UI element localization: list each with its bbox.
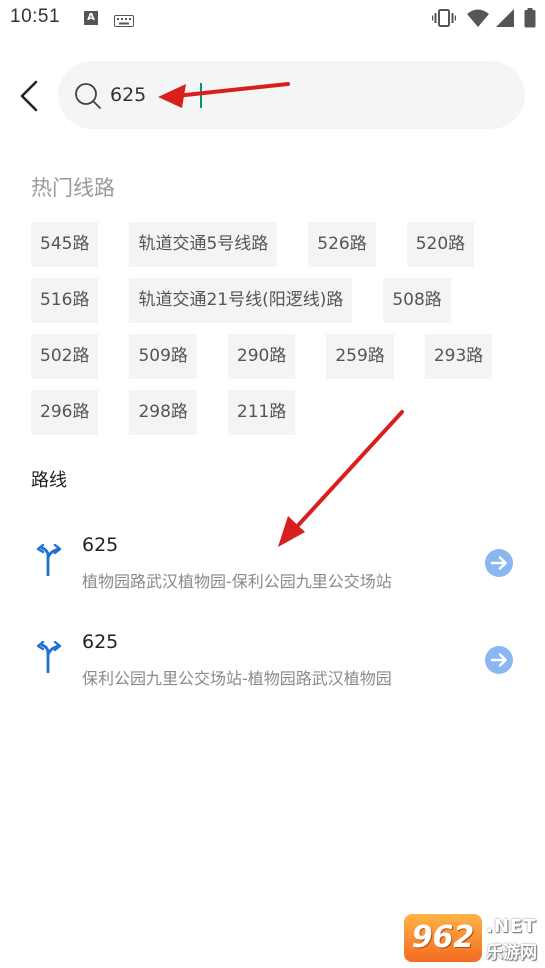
annotation-arrows	[158, 82, 404, 547]
wifi-icon	[466, 8, 490, 32]
signal-icon	[495, 8, 515, 32]
hot-line-tag[interactable]: 298路	[129, 390, 197, 435]
hot-line-tag[interactable]: 211路	[227, 390, 296, 435]
hot-line-tag[interactable]: 545路	[31, 222, 99, 267]
hot-line-tag[interactable]: 296路	[31, 390, 99, 435]
route-description: 植物园路武汉植物园-保利公园九里公交场站	[82, 572, 392, 591]
hot-line-tag[interactable]: 520路	[406, 222, 475, 267]
route-item[interactable]: 625 保利公园九里公交场站-植物园路武汉植物园	[0, 617, 545, 709]
back-button[interactable]	[14, 76, 44, 116]
hot-lines-row: 516路 轨道交通21号线(阳逻线)路 508路	[31, 278, 521, 323]
arrow-right-circle-icon[interactable]	[484, 645, 514, 679]
hot-lines-row: 502路 509路 290路 259路 293路	[31, 334, 521, 379]
hot-line-tag[interactable]: 502路	[31, 334, 99, 379]
hot-line-tag[interactable]: 293路	[424, 334, 493, 379]
hot-line-tag[interactable]: 259路	[326, 334, 394, 379]
route-item[interactable]: 625 植物园路武汉植物园-保利公园九里公交场站	[0, 520, 545, 612]
hot-line-tag[interactable]: 轨道交通5号线路	[129, 222, 278, 267]
watermark-logo: 962 .NET 乐游网	[404, 914, 542, 964]
hot-line-tag[interactable]: 508路	[383, 278, 451, 323]
hot-lines-list: 545路 轨道交通5号线路 526路 520路 516路 轨道交通21号线(阳逻…	[31, 222, 521, 446]
watermark-962: 962	[404, 914, 482, 962]
hot-line-tag[interactable]: 526路	[308, 222, 376, 267]
routes-title: 路线	[31, 470, 67, 491]
hot-lines-title: 热门线路	[31, 176, 115, 200]
keyboard-icon	[114, 12, 134, 31]
search-icon	[74, 82, 102, 114]
watermark-net: .NET	[486, 916, 537, 937]
search-input[interactable]	[110, 79, 490, 111]
battery-icon	[524, 8, 536, 32]
route-number: 625	[82, 534, 119, 556]
hot-lines-row: 545路 轨道交通5号线路 526路 520路	[31, 222, 521, 267]
hot-line-tag[interactable]: 轨道交通21号线(阳逻线)路	[129, 278, 353, 323]
chevron-left-icon	[20, 80, 38, 112]
status-time: 10:51	[10, 6, 61, 27]
hot-line-tag[interactable]: 516路	[31, 278, 99, 323]
hot-lines-row: 296路 298路 211路	[31, 390, 521, 435]
status-bar: 10:51 A	[0, 0, 545, 36]
search-bar[interactable]	[58, 61, 525, 129]
route-number: 625	[82, 631, 119, 653]
vibrate-icon	[431, 8, 457, 32]
hot-line-tag[interactable]: 290路	[227, 334, 296, 379]
text-cursor	[200, 83, 202, 108]
route-fork-icon	[36, 543, 63, 580]
route-description: 保利公园九里公交场站-植物园路武汉植物园	[82, 669, 392, 688]
text-a-icon: A	[84, 11, 98, 25]
route-fork-icon	[36, 640, 63, 677]
hot-line-tag[interactable]: 509路	[129, 334, 197, 379]
arrow-right-circle-icon[interactable]	[484, 548, 514, 582]
watermark-cn: 乐游网	[486, 943, 537, 963]
